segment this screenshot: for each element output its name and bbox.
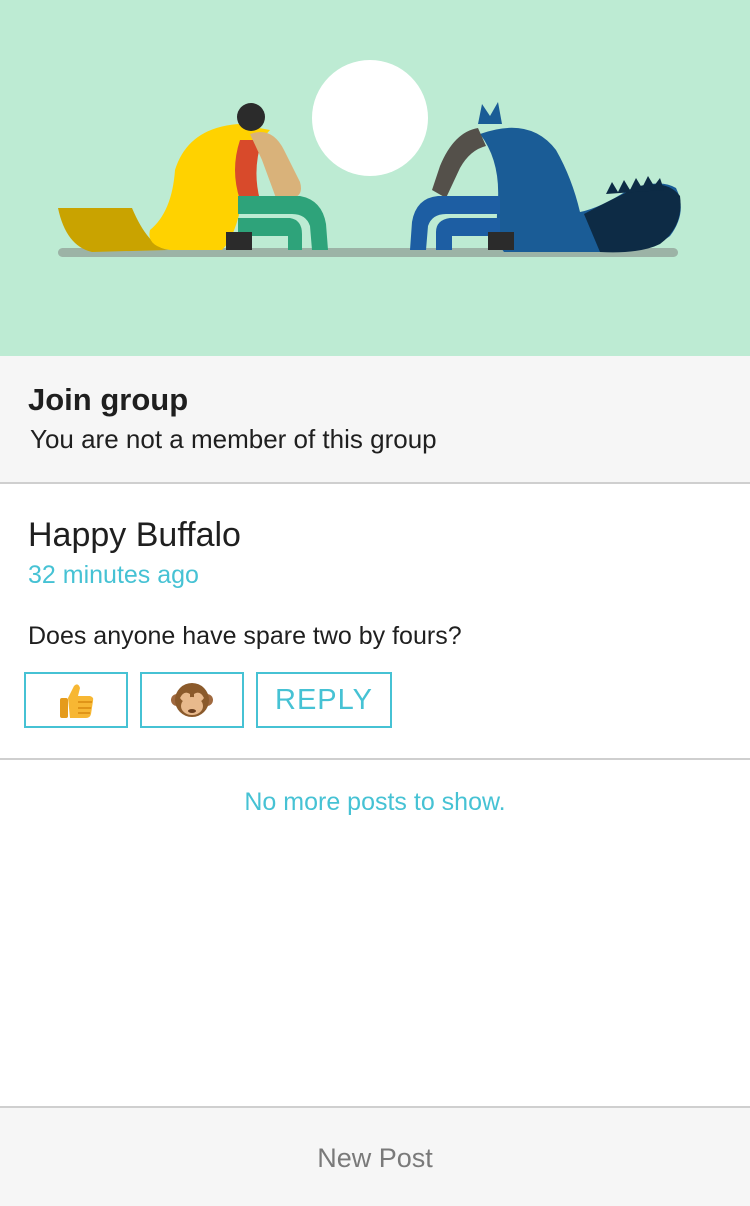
see-no-evil-monkey-icon: [171, 683, 213, 717]
post-card: Happy Buffalo 32 minutes ago Does anyone…: [0, 484, 750, 760]
join-group-title[interactable]: Join group: [28, 382, 188, 418]
reply-button[interactable]: REPLY: [256, 672, 392, 728]
thumbs-up-icon: [60, 684, 94, 718]
end-of-feed-message: No more posts to show.: [244, 788, 506, 816]
post-timestamp: 32 minutes ago: [28, 561, 199, 589]
group-page: Join group You are not a member of this …: [0, 0, 750, 1206]
see-no-evil-reaction-button[interactable]: [140, 672, 244, 728]
thumbs-up-reaction-button[interactable]: [24, 672, 128, 728]
membership-status-text: You are not a member of this group: [30, 424, 437, 454]
join-group-banner[interactable]: Join group You are not a member of this …: [0, 356, 750, 484]
new-post-button[interactable]: New Post: [0, 1106, 750, 1206]
post-body: Does anyone have spare two by fours?: [28, 622, 462, 650]
post-author: Happy Buffalo: [28, 516, 241, 554]
group-banner: [0, 0, 750, 356]
banner-illustration: [58, 60, 681, 257]
